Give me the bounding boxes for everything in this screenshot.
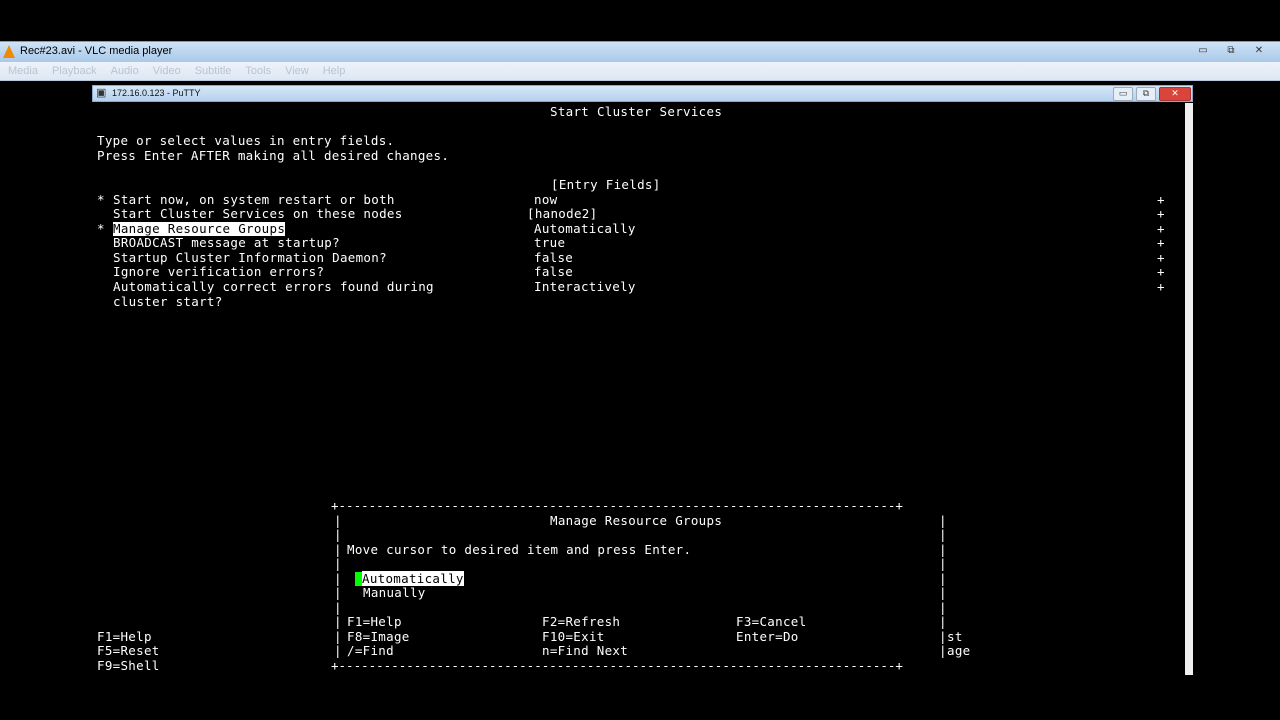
field-label[interactable]: Start Cluster Services on these nodes bbox=[113, 207, 403, 221]
popup-title: Manage Resource Groups bbox=[550, 513, 723, 528]
putty-minimize-icon[interactable]: ▭ bbox=[1113, 87, 1133, 101]
popup-border-left: | bbox=[334, 571, 342, 586]
popup-border-right: | bbox=[939, 600, 947, 615]
popup-key: F10=Exit bbox=[542, 629, 605, 644]
popup-border-right: | bbox=[939, 614, 947, 629]
popup-key: F1=Help bbox=[347, 614, 402, 629]
popup-border-left: | bbox=[334, 629, 342, 644]
menu-audio[interactable]: Audio bbox=[111, 62, 139, 80]
field-label-continuation: cluster start? bbox=[113, 294, 223, 309]
putty-terminal-icon: ▣ bbox=[96, 87, 107, 99]
menu-view[interactable]: View bbox=[285, 62, 309, 80]
footer-fragment: st bbox=[947, 629, 963, 644]
popup-instruction: Move cursor to desired item and press En… bbox=[347, 542, 692, 557]
field-mark: * bbox=[97, 192, 105, 207]
footer-key: F9=Shell bbox=[97, 658, 160, 673]
field-value[interactable]: false bbox=[534, 265, 573, 279]
popup-border-left: | bbox=[334, 585, 342, 600]
terminal-screen[interactable]: Start Cluster Services Type or select va… bbox=[95, 103, 1185, 675]
vlc-cone-icon bbox=[3, 45, 15, 58]
popup-border-right: | bbox=[939, 643, 947, 658]
entry-fields-header: [Entry Fields] bbox=[551, 177, 661, 192]
restore-icon[interactable]: ⧉ bbox=[1220, 44, 1242, 58]
popup-border-left: | bbox=[334, 527, 342, 542]
popup-option-selected[interactable]: Automatically bbox=[355, 571, 464, 586]
list-indicator: + bbox=[1157, 264, 1165, 279]
field-label[interactable]: BROADCAST message at startup? bbox=[113, 236, 340, 250]
close-icon[interactable]: ✕ bbox=[1248, 44, 1270, 58]
menu-playback[interactable]: Playback bbox=[52, 62, 97, 80]
list-indicator: + bbox=[1157, 279, 1165, 294]
popup-key: n=Find Next bbox=[542, 643, 629, 658]
popup-border-right: | bbox=[939, 585, 947, 600]
menu-tools[interactable]: Tools bbox=[245, 62, 271, 80]
popup-border-left: | bbox=[334, 614, 342, 629]
popup-border-left: | bbox=[334, 600, 342, 615]
option-automatically[interactable]: Automatically bbox=[362, 571, 464, 586]
popup-key: F3=Cancel bbox=[736, 614, 807, 629]
popup-border-bottom: +---------------------------------------… bbox=[331, 658, 903, 673]
list-indicator: + bbox=[1157, 235, 1165, 250]
field-value[interactable]: [hanode2] bbox=[527, 207, 597, 221]
popup-border-right: | bbox=[939, 527, 947, 542]
popup-border-left: | bbox=[334, 542, 342, 557]
screen-title: Start Cluster Services bbox=[550, 104, 723, 119]
field-value[interactable]: now bbox=[534, 193, 557, 207]
vlc-titlebar: Rec#23.avi - VLC media player ▭ ⧉ ✕ bbox=[0, 41, 1280, 62]
option-manually[interactable]: Manually bbox=[363, 586, 426, 600]
list-indicator: + bbox=[1157, 192, 1165, 207]
list-indicator: + bbox=[1157, 206, 1165, 221]
vlc-menubar: Media Playback Audio Video Subtitle Tool… bbox=[0, 62, 1280, 81]
terminal-scrollbar[interactable] bbox=[1185, 103, 1193, 675]
popup-key: /=Find bbox=[347, 643, 394, 658]
popup-key: F8=Image bbox=[347, 629, 410, 644]
field-label[interactable]: Startup Cluster Information Daemon? bbox=[113, 251, 387, 265]
menu-media[interactable]: Media bbox=[8, 62, 38, 80]
field-label[interactable]: Start now, on system restart or both bbox=[113, 193, 395, 207]
text-cursor bbox=[355, 572, 362, 586]
putty-restore-icon[interactable]: ⧉ bbox=[1136, 87, 1156, 101]
popup-border-right: | bbox=[939, 571, 947, 586]
intro-line-2: Press Enter AFTER making all desired cha… bbox=[97, 148, 450, 163]
footer-key: F5=Reset bbox=[97, 643, 160, 658]
popup-border-right: | bbox=[939, 556, 947, 571]
popup-border-left: | bbox=[334, 556, 342, 571]
field-label-selected[interactable]: Manage Resource Groups bbox=[113, 222, 286, 236]
field-value[interactable]: Automatically bbox=[534, 222, 636, 236]
popup-border-top: +---------------------------------------… bbox=[331, 498, 903, 513]
list-indicator: + bbox=[1157, 250, 1165, 265]
popup-border-left: | bbox=[334, 643, 342, 658]
putty-window-title: 172.16.0.123 - PuTTY bbox=[112, 88, 201, 98]
popup-border-left: | bbox=[334, 513, 342, 528]
field-value[interactable]: true bbox=[534, 236, 565, 250]
footer-key: F1=Help bbox=[97, 629, 152, 644]
intro-line-1: Type or select values in entry fields. bbox=[97, 133, 395, 148]
popup-border-right: | bbox=[939, 513, 947, 528]
minimize-icon[interactable]: ▭ bbox=[1192, 44, 1214, 58]
popup-border-right: | bbox=[939, 629, 947, 644]
field-value[interactable]: Interactively bbox=[534, 280, 636, 294]
field-mark: * bbox=[97, 221, 105, 236]
popup-key: Enter=Do bbox=[736, 629, 799, 644]
putty-titlebar: ▣ 172.16.0.123 - PuTTY ▭ ⧉ ✕ bbox=[92, 85, 1193, 102]
list-indicator: + bbox=[1157, 221, 1165, 236]
field-label[interactable]: Ignore verification errors? bbox=[113, 265, 324, 279]
popup-key: F2=Refresh bbox=[542, 614, 621, 629]
menu-help[interactable]: Help bbox=[323, 62, 346, 80]
menu-subtitle[interactable]: Subtitle bbox=[195, 62, 232, 80]
field-label[interactable]: Automatically correct errors found durin… bbox=[113, 280, 434, 294]
vlc-window-title: Rec#23.avi - VLC media player bbox=[20, 45, 173, 57]
popup-border-right: | bbox=[939, 542, 947, 557]
footer-fragment: age bbox=[947, 643, 971, 658]
putty-close-icon[interactable]: ✕ bbox=[1159, 87, 1191, 101]
field-value[interactable]: false bbox=[534, 251, 573, 265]
menu-video[interactable]: Video bbox=[153, 62, 181, 80]
